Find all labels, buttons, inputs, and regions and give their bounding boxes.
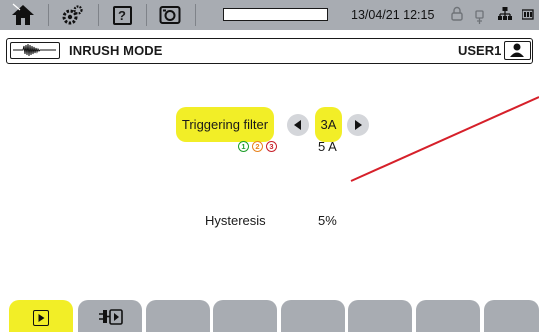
tab-bar — [0, 300, 539, 332]
tab-6[interactable] — [348, 300, 412, 332]
annotation-line — [350, 96, 539, 182]
tab-8[interactable] — [484, 300, 539, 332]
tab-plug-play[interactable] — [78, 300, 142, 332]
tab-play[interactable] — [9, 300, 73, 332]
tab-4[interactable] — [213, 300, 277, 332]
play-icon — [33, 310, 49, 326]
tab-5[interactable] — [281, 300, 345, 332]
tab-3[interactable] — [146, 300, 210, 332]
tab-7[interactable] — [416, 300, 480, 332]
plug-play-icon — [98, 307, 124, 327]
